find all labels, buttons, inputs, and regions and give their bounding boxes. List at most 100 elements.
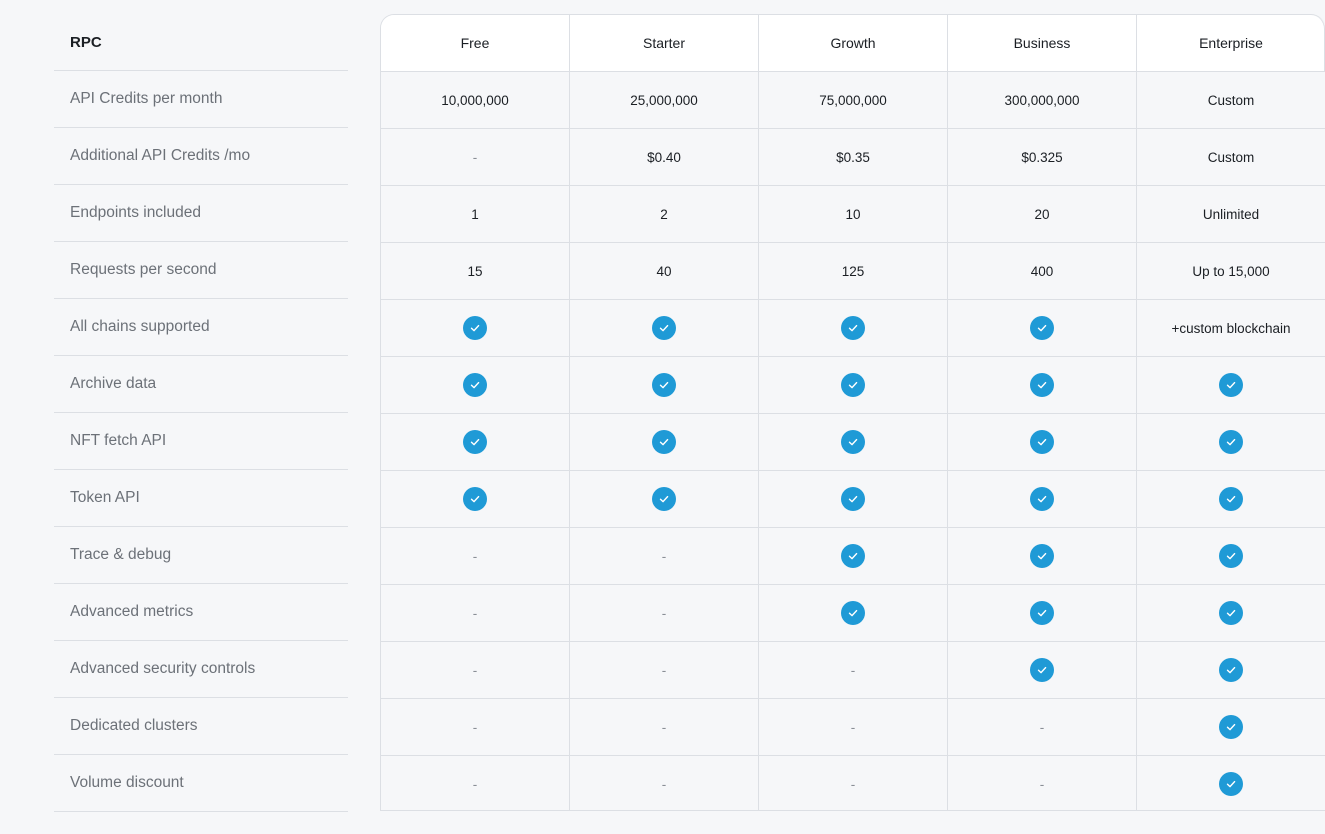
feature-label-advanced-metrics: Advanced metrics bbox=[54, 584, 348, 641]
cell-value: 400 bbox=[948, 243, 1137, 299]
cell-included bbox=[570, 300, 759, 356]
plan-header-free: Free bbox=[381, 15, 570, 71]
check-circle-icon bbox=[1219, 658, 1243, 682]
check-circle-icon bbox=[1030, 373, 1054, 397]
feature-label-archive-data: Archive data bbox=[54, 356, 348, 413]
cell-included bbox=[1137, 585, 1325, 641]
cell-not-included: - bbox=[381, 585, 570, 641]
cell-included bbox=[759, 357, 948, 413]
check-circle-icon bbox=[1219, 487, 1243, 511]
check-circle-icon bbox=[841, 430, 865, 454]
cell-value: $0.325 bbox=[948, 129, 1137, 185]
check-circle-icon bbox=[841, 601, 865, 625]
cell-value: 2 bbox=[570, 186, 759, 242]
cell-included bbox=[948, 642, 1137, 698]
cell-not-included: - bbox=[570, 699, 759, 755]
cell-not-included: - bbox=[381, 129, 570, 185]
cell-value: $0.35 bbox=[759, 129, 948, 185]
feature-label-additional-api-credits-mo: Additional API Credits /mo bbox=[54, 128, 348, 185]
cell-included bbox=[759, 528, 948, 584]
cell-value: 40 bbox=[570, 243, 759, 299]
cell-not-included: - bbox=[381, 642, 570, 698]
cell-value: 15 bbox=[381, 243, 570, 299]
cell-value: 300,000,000 bbox=[948, 72, 1137, 128]
cell-included bbox=[948, 414, 1137, 470]
feature-label-trace-debug: Trace & debug bbox=[54, 527, 348, 584]
cell-included bbox=[381, 471, 570, 527]
check-circle-icon bbox=[463, 373, 487, 397]
check-circle-icon bbox=[1030, 316, 1054, 340]
plan-header-business: Business bbox=[948, 15, 1137, 71]
cell-included bbox=[948, 471, 1137, 527]
feature-label-nft-fetch-api: NFT fetch API bbox=[54, 413, 348, 470]
check-circle-icon bbox=[841, 544, 865, 568]
cell-value: Up to 15,000 bbox=[1137, 243, 1325, 299]
cell-included bbox=[1137, 357, 1325, 413]
cell-not-included: - bbox=[381, 756, 570, 810]
table-row: -- bbox=[381, 528, 1325, 585]
cell-included bbox=[948, 357, 1137, 413]
table-title: RPC bbox=[54, 14, 348, 71]
cell-included bbox=[948, 528, 1137, 584]
feature-label-all-chains-supported: All chains supported bbox=[54, 299, 348, 356]
cell-not-included: - bbox=[948, 699, 1137, 755]
cell-included bbox=[1137, 414, 1325, 470]
cell-included bbox=[1137, 642, 1325, 698]
check-circle-icon bbox=[1030, 544, 1054, 568]
feature-label-column: RPC API Credits per month Additional API … bbox=[54, 14, 348, 812]
cell-not-included: - bbox=[381, 699, 570, 755]
cell-not-included: - bbox=[570, 528, 759, 584]
check-circle-icon bbox=[463, 316, 487, 340]
cell-included bbox=[948, 300, 1137, 356]
cell-value: 25,000,000 bbox=[570, 72, 759, 128]
cell-included bbox=[570, 357, 759, 413]
table-row: +custom blockchain bbox=[381, 300, 1325, 357]
cell-value: Custom bbox=[1137, 72, 1325, 128]
feature-label-endpoints-included: Endpoints included bbox=[54, 185, 348, 242]
table-row bbox=[381, 471, 1325, 528]
cell-value: 20 bbox=[948, 186, 1137, 242]
cell-included bbox=[570, 471, 759, 527]
cell-included bbox=[381, 414, 570, 470]
check-circle-icon bbox=[1219, 772, 1243, 796]
check-circle-icon bbox=[841, 373, 865, 397]
check-circle-icon bbox=[463, 487, 487, 511]
cell-included bbox=[759, 471, 948, 527]
feature-label-dedicated-clusters: Dedicated clusters bbox=[54, 698, 348, 755]
cell-value: 10,000,000 bbox=[381, 72, 570, 128]
cell-not-included: - bbox=[948, 756, 1137, 810]
plans-grid: Free Starter Growth Business Enterprise 10,0… bbox=[380, 14, 1325, 811]
check-circle-icon bbox=[1219, 430, 1243, 454]
check-circle-icon bbox=[652, 316, 676, 340]
cell-value: 125 bbox=[759, 243, 948, 299]
cell-not-included: - bbox=[381, 528, 570, 584]
plan-header-starter: Starter bbox=[570, 15, 759, 71]
check-circle-icon bbox=[1030, 430, 1054, 454]
table-row: 10,000,000 25,000,000 75,000,000 300,000,00… bbox=[381, 72, 1325, 129]
cell-included bbox=[570, 414, 759, 470]
table-row: -- bbox=[381, 585, 1325, 642]
check-circle-icon bbox=[652, 430, 676, 454]
plan-header-row: Free Starter Growth Business Enterprise bbox=[381, 15, 1325, 72]
cell-included bbox=[381, 300, 570, 356]
check-circle-icon bbox=[463, 430, 487, 454]
feature-label-advanced-security-controls: Advanced security controls bbox=[54, 641, 348, 698]
cell-value: +custom blockchain bbox=[1137, 300, 1325, 356]
table-row: 15 40 125 400 Up to 15,000 bbox=[381, 243, 1325, 300]
cell-not-included: - bbox=[570, 642, 759, 698]
cell-not-included: - bbox=[759, 699, 948, 755]
table-row bbox=[381, 357, 1325, 414]
feature-label-api-credits-per-month: API Credits per month bbox=[54, 71, 348, 128]
cell-included bbox=[759, 585, 948, 641]
cell-included bbox=[759, 300, 948, 356]
table-row: 1 2 10 20 Unlimited bbox=[381, 186, 1325, 243]
check-circle-icon bbox=[841, 316, 865, 340]
cell-included bbox=[1137, 756, 1325, 810]
feature-label-token-api: Token API bbox=[54, 470, 348, 527]
plan-header-growth: Growth bbox=[759, 15, 948, 71]
check-circle-icon bbox=[652, 487, 676, 511]
check-circle-icon bbox=[1219, 601, 1243, 625]
cell-included bbox=[759, 414, 948, 470]
cell-value: 1 bbox=[381, 186, 570, 242]
table-row bbox=[381, 414, 1325, 471]
